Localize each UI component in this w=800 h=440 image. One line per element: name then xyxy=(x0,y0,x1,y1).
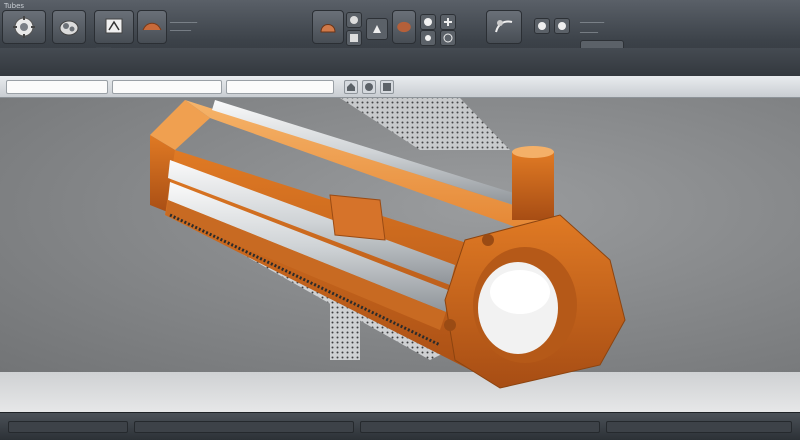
mid-block xyxy=(329,194,386,241)
bolt-hole-bottom xyxy=(444,319,456,331)
orange-tubular-part[interactable] xyxy=(0,0,800,412)
status-segment-3 xyxy=(360,421,600,433)
status-segment-4 xyxy=(606,421,792,433)
status-segment-1 xyxy=(8,421,128,433)
bolt-hole-top xyxy=(482,234,494,246)
status-bar xyxy=(0,412,800,440)
post-top xyxy=(512,146,554,158)
status-segment-2 xyxy=(134,421,354,433)
mesh-panel-back xyxy=(340,98,510,150)
vertical-post xyxy=(512,152,554,220)
ring-bore-highlight xyxy=(490,270,550,314)
